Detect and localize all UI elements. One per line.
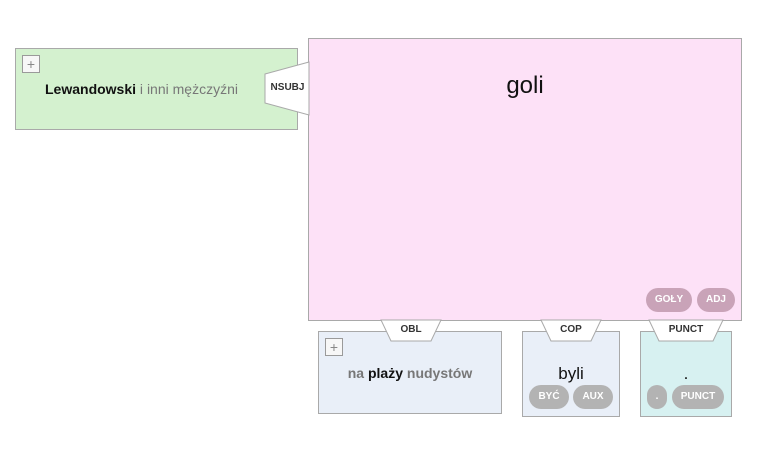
oblique-phrase: na plaży nudystów: [319, 365, 501, 381]
punct-word-box: . . PUNCT: [640, 331, 732, 417]
subject-word-i: i: [139, 81, 144, 97]
cop-relation-tab: COP: [540, 319, 602, 342]
root-pos-badge[interactable]: ADJ: [697, 288, 735, 312]
punct-word: .: [683, 364, 689, 383]
nsubj-relation-label: NSUBJ: [270, 82, 305, 93]
copula-lemma-badge[interactable]: BYĆ: [529, 385, 569, 409]
obl-relation-tab: OBL: [380, 319, 442, 342]
nsubj-phrase-box: + Lewandowski i inni mężczyźni: [15, 48, 298, 130]
obl-relation-label: OBL: [400, 324, 422, 335]
oblique-word-na: na: [347, 365, 365, 381]
oblique-word-nudystow: nudystów: [406, 365, 473, 381]
expand-oblique-button[interactable]: +: [325, 338, 343, 356]
oblique-word-plazy: plaży: [367, 365, 403, 381]
nsubj-relation-tab: NSUBJ: [264, 61, 310, 116]
root-predicate-box: goli GOŁY ADJ: [308, 38, 742, 321]
punct-lemma-badge[interactable]: .: [647, 385, 667, 409]
copula-pos-badge[interactable]: AUX: [573, 385, 613, 409]
punct-pos-badge[interactable]: PUNCT: [672, 385, 724, 409]
punct-relation-label: PUNCT: [668, 324, 704, 335]
subject-word-mezczyzni: mężczyźni: [172, 81, 238, 97]
expand-subject-button[interactable]: +: [22, 55, 40, 73]
cop-relation-label: COP: [560, 324, 582, 335]
subject-word-inni: inni: [146, 81, 169, 97]
copula-word: byli: [558, 364, 584, 383]
punct-relation-tab: PUNCT: [648, 319, 724, 342]
root-lemma-badge[interactable]: GOŁY: [646, 288, 692, 312]
obl-phrase-box: + na plaży nudystów: [318, 331, 502, 414]
subject-word-lewandowski: Lewandowski: [45, 81, 137, 97]
cop-word-box: byli BYĆ AUX: [522, 331, 620, 417]
root-word: goli: [506, 72, 544, 99]
subject-phrase: Lewandowski i inni mężczyźni: [45, 81, 238, 97]
